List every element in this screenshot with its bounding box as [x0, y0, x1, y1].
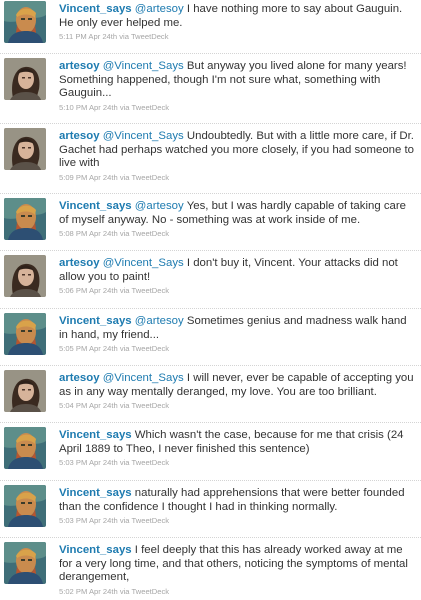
tweet-username[interactable]: Vincent_says	[59, 429, 132, 441]
artesoy-avatar-icon[interactable]	[4, 255, 46, 297]
tweet-client[interactable]: TweetDeck	[132, 458, 170, 467]
artesoy-avatar-icon[interactable]	[4, 370, 46, 412]
tweet-username[interactable]: artesoy	[59, 130, 100, 142]
tweet-timestamp[interactable]: 5:10 PM Apr 24th	[59, 103, 118, 112]
tweet-via: via	[119, 102, 130, 112]
tweet-via: via	[119, 344, 130, 354]
tweet-timeline: Vincent_says @artesoy I have nothing mor…	[0, 0, 421, 600]
tweet: artesoy @Vincent_Says I will never, ever…	[0, 366, 421, 423]
vangogh-avatar-icon[interactable]	[4, 198, 46, 240]
vangogh-avatar-icon[interactable]	[4, 427, 46, 469]
tweet-mention[interactable]: @artesoy	[135, 315, 184, 327]
tweet-via: via	[119, 458, 130, 468]
tweet-username[interactable]: artesoy	[59, 257, 100, 269]
tweet-username[interactable]: artesoy	[59, 60, 100, 72]
tweet-timestamp[interactable]: 5:06 PM Apr 24th	[59, 286, 118, 295]
tweet: artesoy @Vincent_Says I don't buy it, Vi…	[0, 251, 421, 309]
tweet-mention[interactable]: @Vincent_Says	[103, 372, 184, 384]
tweet-via: via	[119, 229, 130, 239]
tweet-via: via	[119, 586, 130, 596]
tweet-timestamp[interactable]: 5:08 PM Apr 24th	[59, 229, 118, 238]
tweet-username[interactable]: Vincent_says	[59, 487, 132, 499]
tweet-timestamp[interactable]: 5:11 PM Apr 24th	[59, 32, 117, 41]
tweet-client[interactable]: TweetDeck	[132, 286, 170, 295]
tweet: artesoy @Vincent_Says But anyway you liv…	[0, 54, 421, 124]
tweet-via: via	[119, 401, 130, 411]
tweet-mention[interactable]: @artesoy	[135, 200, 184, 212]
tweet-client[interactable]: TweetDeck	[132, 103, 170, 112]
tweet: Vincent_says Which wasn't the case, beca…	[0, 423, 421, 481]
vangogh-avatar-icon[interactable]	[4, 485, 46, 527]
vangogh-avatar-icon[interactable]	[4, 313, 46, 355]
vangogh-avatar-icon[interactable]	[4, 542, 46, 584]
tweet-mention[interactable]: @artesoy	[135, 3, 184, 15]
tweet: Vincent_says I feel deeply that this has…	[0, 538, 421, 600]
tweet: Vincent_says @artesoy Yes, but I was har…	[0, 194, 421, 251]
tweet: Vincent_says naturally had apprehensions…	[0, 481, 421, 538]
tweet-username[interactable]: Vincent_says	[59, 315, 132, 327]
tweet-client[interactable]: TweetDeck	[132, 401, 170, 410]
tweet-username[interactable]: Vincent_says	[59, 544, 132, 556]
tweet-via: via	[119, 286, 130, 296]
tweet-via: via	[119, 32, 129, 42]
tweet-via: via	[119, 516, 130, 526]
tweet-mention[interactable]: @Vincent_Says	[103, 130, 184, 142]
tweet: Vincent_says @artesoy Sometimes genius a…	[0, 309, 421, 366]
artesoy-avatar-icon[interactable]	[4, 58, 46, 100]
artesoy-avatar-icon[interactable]	[4, 128, 46, 170]
tweet-client[interactable]: TweetDeck	[131, 32, 169, 41]
tweet-timestamp[interactable]: 5:09 PM Apr 24th	[59, 173, 118, 182]
tweet-timestamp[interactable]: 5:03 PM Apr 24th	[59, 516, 118, 525]
tweet-via: via	[119, 172, 130, 182]
tweet-username[interactable]: Vincent_says	[59, 200, 132, 212]
tweet-client[interactable]: TweetDeck	[132, 516, 170, 525]
vangogh-avatar-icon[interactable]	[4, 1, 46, 43]
tweet: artesoy @Vincent_Says Undoubtedly. But w…	[0, 124, 421, 194]
tweet-client[interactable]: TweetDeck	[132, 229, 170, 238]
tweet-client[interactable]: TweetDeck	[132, 173, 170, 182]
tweet-timestamp[interactable]: 5:02 PM Apr 24th	[59, 587, 118, 596]
tweet-timestamp[interactable]: 5:05 PM Apr 24th	[59, 344, 118, 353]
tweet-client[interactable]: TweetDeck	[132, 344, 170, 353]
tweet-username[interactable]: Vincent_says	[59, 3, 132, 15]
tweet-timestamp[interactable]: 5:04 PM Apr 24th	[59, 401, 118, 410]
tweet-client[interactable]: TweetDeck	[132, 587, 170, 596]
tweet-mention[interactable]: @Vincent_Says	[103, 257, 184, 269]
tweet: Vincent_says @artesoy I have nothing mor…	[0, 0, 421, 54]
tweet-timestamp[interactable]: 5:03 PM Apr 24th	[59, 458, 118, 467]
tweet-username[interactable]: artesoy	[59, 372, 100, 384]
tweet-mention[interactable]: @Vincent_Says	[103, 60, 184, 72]
